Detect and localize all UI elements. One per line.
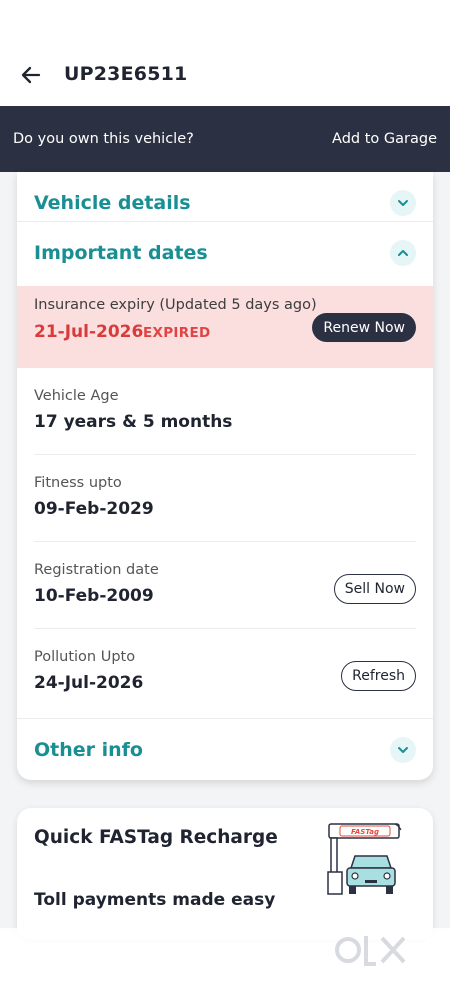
arrow-left-icon [21,66,41,84]
row-value: 10-Feb-2009 [34,586,154,606]
section-label: Other info [34,739,143,761]
fastag-title: Quick FASTag Recharge [34,827,278,848]
add-to-garage-link[interactable]: Add to Garage [332,131,437,147]
insurance-label: Insurance expiry (Updated 5 days ago) [34,297,317,313]
vehicle-age-row: Vehicle Age 17 years & 5 months [34,368,416,455]
section-label: Important dates [34,242,208,264]
section-important-dates[interactable]: Important dates [17,222,433,284]
row-value: 09-Feb-2029 [34,499,154,519]
vehicle-info-card: Vehicle details Important dates Insuranc… [17,172,433,780]
chevron-down-icon [390,190,416,216]
section-other-info[interactable]: Other info [17,719,433,780]
sell-now-button[interactable]: Sell Now [333,574,416,604]
renew-now-button[interactable]: Renew Now [312,313,416,342]
chevron-up-icon [390,240,416,266]
row-label: Fitness upto [34,475,122,491]
row-value: 24-Jul-2026 [34,673,144,693]
row-value: 17 years & 5 months [34,412,233,432]
insurance-expiry-row: Insurance expiry (Updated 5 days ago) 21… [17,286,433,368]
row-label: Vehicle Age [34,388,119,404]
registration-date-row: Registration date 10-Feb-2009 Sell Now [34,542,416,629]
section-label: Vehicle details [34,192,191,214]
row-label: Pollution Upto [34,649,136,665]
fastag-subtitle: Toll payments made easy [34,890,276,910]
toll-booth-car-icon: FASTag [327,823,402,895]
svg-text:FASTag: FASTag [351,828,379,836]
fitness-upto-row: Fitness upto 09-Feb-2029 [34,455,416,542]
page-title: UP23E6511 [64,63,188,85]
expired-badge: EXPIRED [143,325,211,341]
insurance-date: 21-Jul-2026 [34,322,144,342]
app-header: UP23E6511 [0,0,450,106]
olx-logo-icon [335,936,406,966]
pollution-upto-row: Pollution Upto 24-Jul-2026 Refresh [34,629,416,716]
refresh-button[interactable]: Refresh [341,661,416,691]
ownership-question: Do you own this vehicle? [13,131,194,147]
row-label: Registration date [34,562,159,578]
back-button[interactable] [16,60,46,90]
ownership-banner: Do you own this vehicle? Add to Garage [0,106,450,172]
fastag-recharge-card[interactable]: Quick FASTag Recharge Toll payments made… [17,808,433,940]
chevron-down-icon [390,737,416,763]
